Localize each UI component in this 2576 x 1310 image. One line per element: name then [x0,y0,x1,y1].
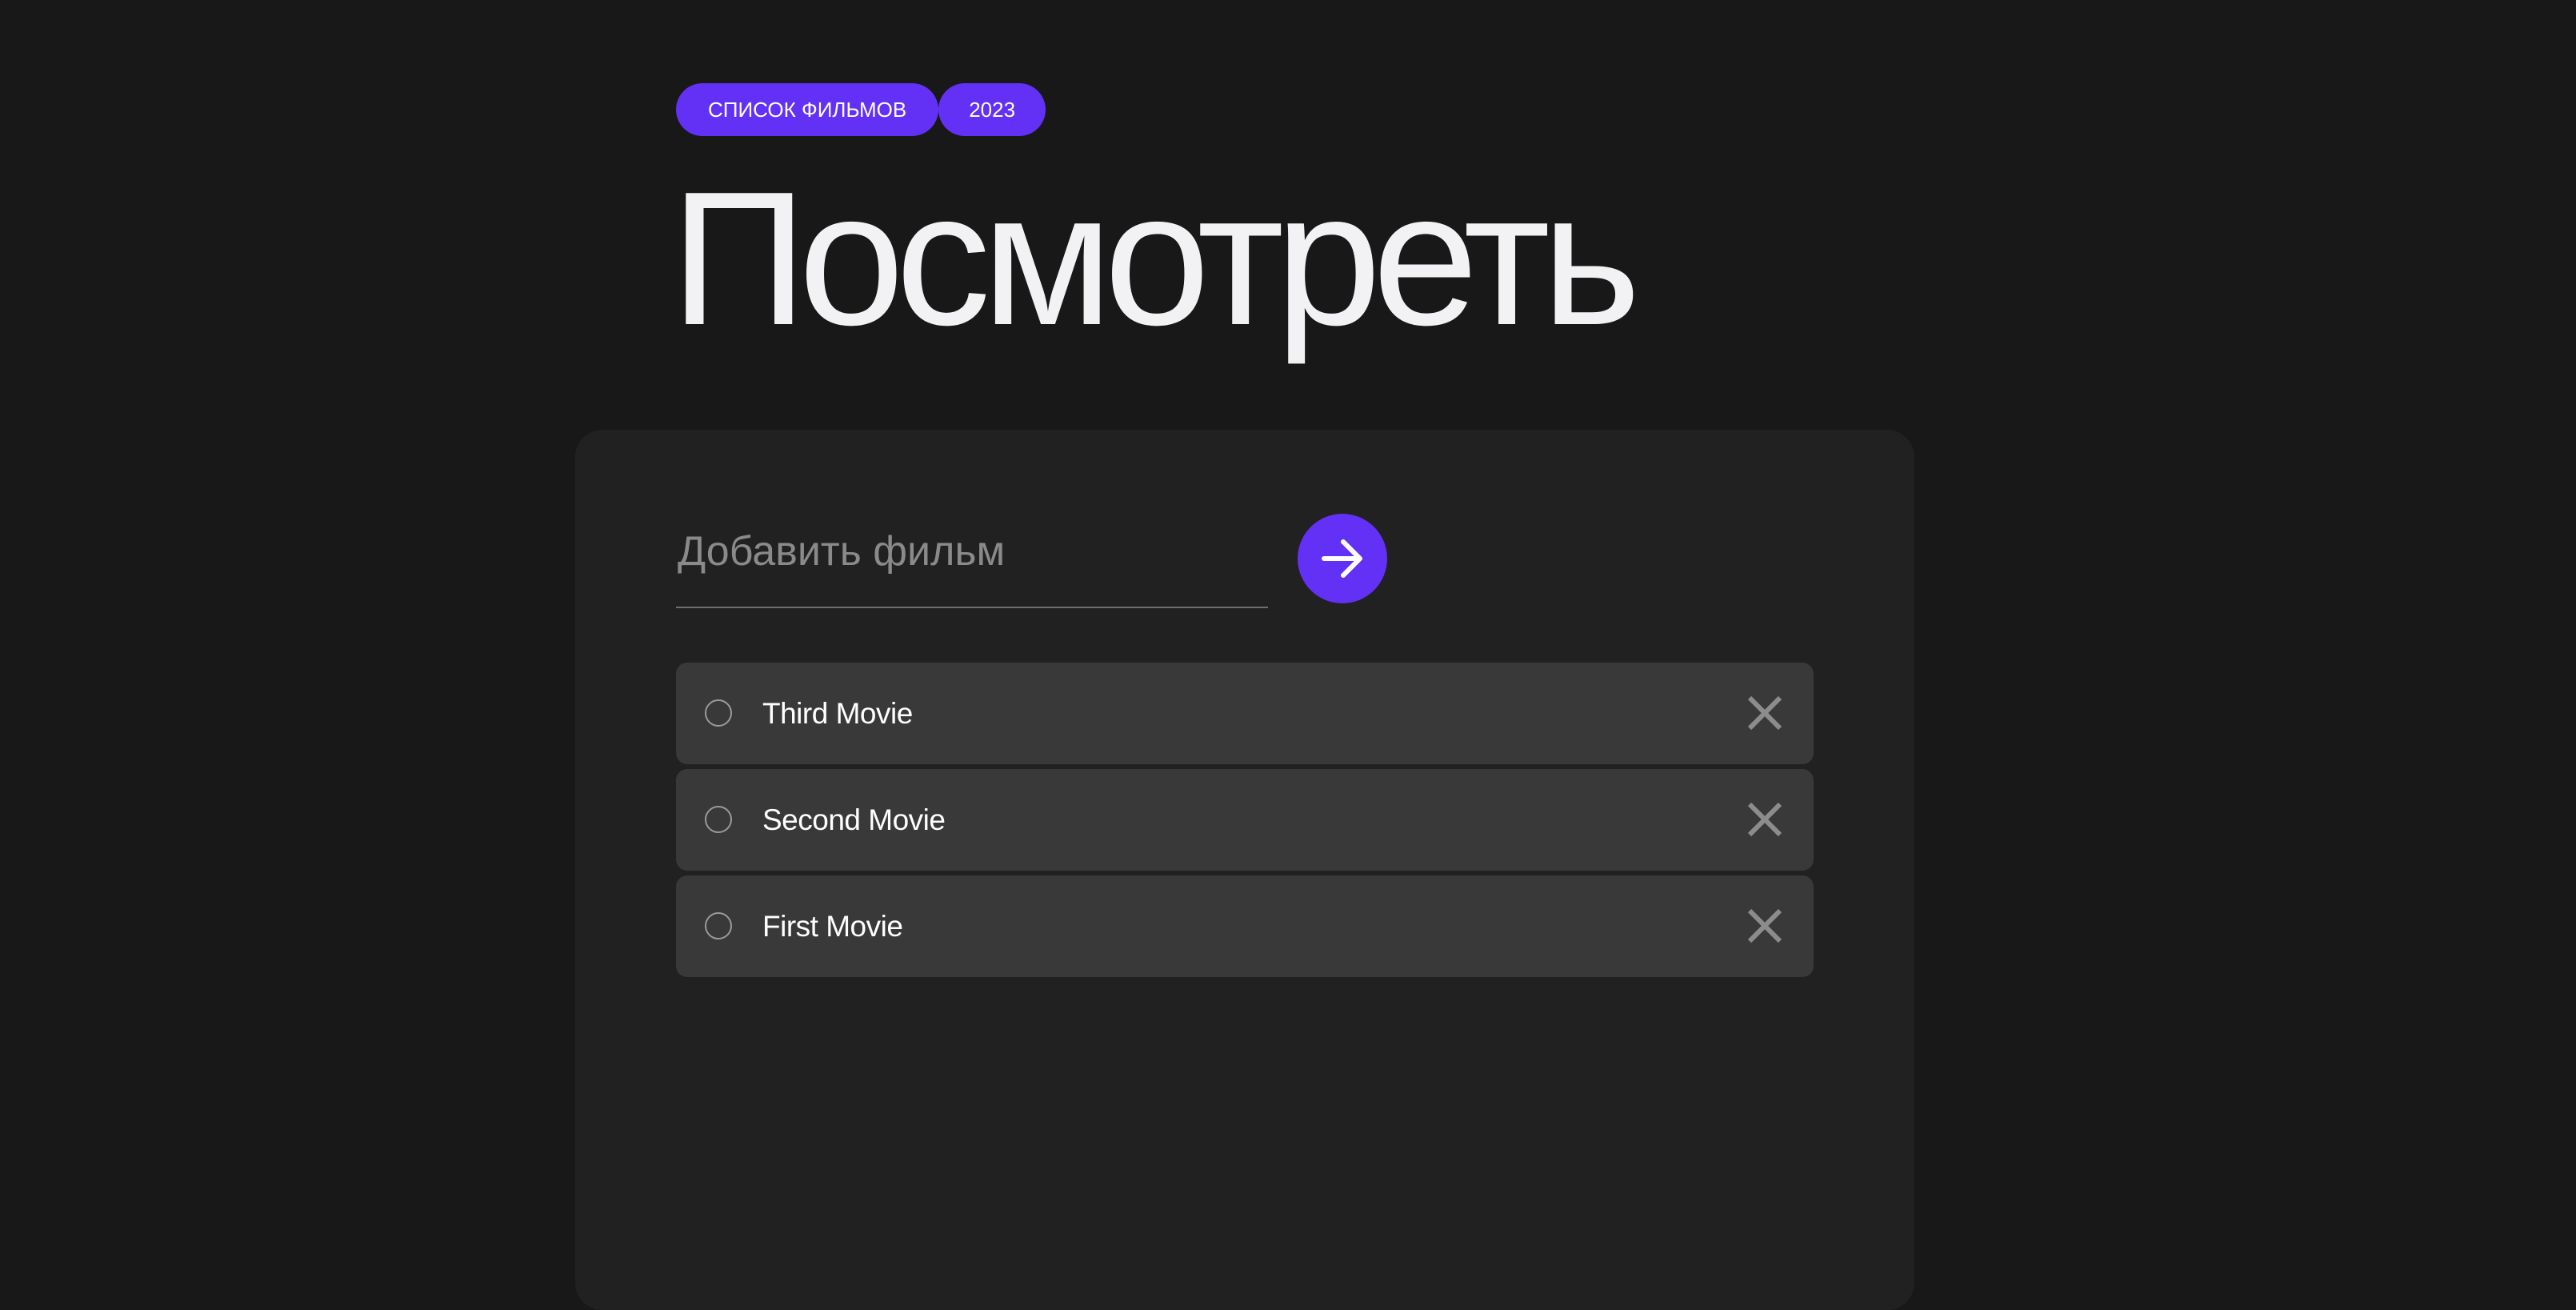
add-movie-button[interactable] [1298,514,1387,603]
page-title: Посмотреть [670,153,1641,365]
list-item: First Movie [676,875,1814,977]
tag-movie-list: СПИСОК ФИЛЬМОВ [676,83,939,136]
close-icon [1747,802,1782,837]
watched-checkbox[interactable] [705,912,732,939]
movie-panel: Third Movie Second Movie First Movie [575,430,1914,1310]
watched-checkbox[interactable] [705,806,732,833]
list-item: Third Movie [676,663,1814,764]
list-item: Second Movie [676,769,1814,871]
add-movie-input[interactable] [676,514,1268,608]
delete-movie-button[interactable] [1740,795,1790,844]
tag-year: 2023 [938,83,1046,136]
add-movie-form [676,514,1396,608]
movie-title: Third Movie [762,697,913,730]
delete-movie-button[interactable] [1740,901,1790,951]
movie-title: First Movie [762,910,903,943]
tag-group: СПИСОК ФИЛЬМОВ 2023 [676,83,1046,136]
movie-title: Second Movie [762,803,946,836]
watched-checkbox[interactable] [705,699,732,727]
close-icon [1747,908,1782,943]
movie-list: Third Movie Second Movie First Movie [676,663,1814,982]
delete-movie-button[interactable] [1740,688,1790,738]
arrow-right-icon [1322,539,1362,578]
close-icon [1747,695,1782,731]
